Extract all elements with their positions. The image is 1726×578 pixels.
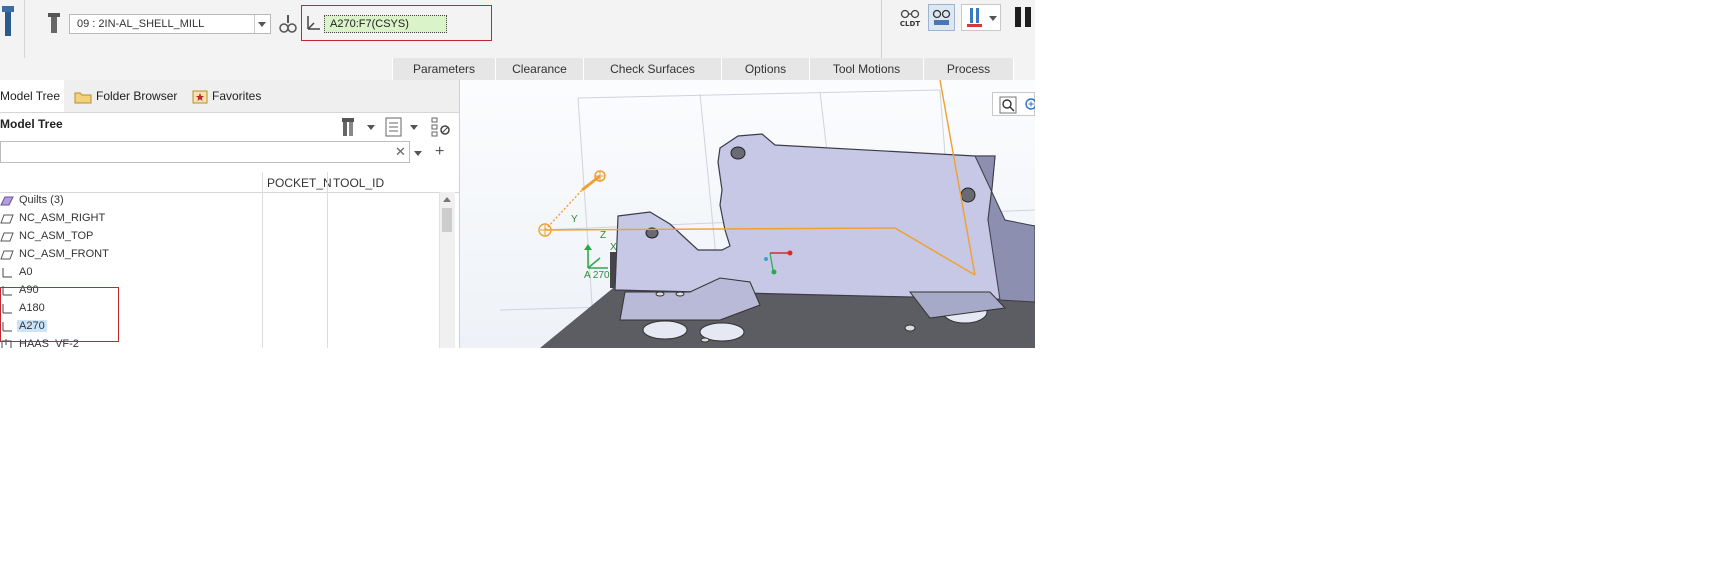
tab-model-tree[interactable]: Model Tree xyxy=(0,80,64,112)
chevron-down-icon xyxy=(367,125,375,130)
pause-icon xyxy=(1015,7,1021,27)
graphics-viewport[interactable]: Y Z X A 270 xyxy=(460,80,1035,348)
list-icon xyxy=(385,117,402,137)
tree-scrollbar[interactable] xyxy=(439,192,455,348)
pause-icon xyxy=(1025,7,1031,27)
tree-item-nc-asm-right[interactable]: NC_ASM_RIGHT xyxy=(0,210,260,228)
scroll-up-icon[interactable] xyxy=(443,197,451,202)
tab-options[interactable]: Options xyxy=(721,58,809,80)
tree-annotation-box xyxy=(0,287,119,342)
column-tool-id[interactable]: TOOL_ID xyxy=(333,176,384,190)
tab-process[interactable]: Process xyxy=(923,58,1014,80)
tree-item-a0[interactable]: A0 xyxy=(0,264,260,282)
show-columns-button[interactable] xyxy=(384,116,420,138)
star-icon xyxy=(192,90,208,104)
tab-favorites-label: Favorites xyxy=(212,89,262,103)
view-toolbar xyxy=(992,92,1035,116)
mill-tool-icon xyxy=(2,6,14,36)
tree-item-label: Quilts (3) xyxy=(19,194,64,206)
panel-title: Model Tree xyxy=(0,117,63,131)
folder-icon xyxy=(74,92,92,104)
datum-plane-icon xyxy=(0,250,14,260)
dashboard-tab-bar: Parameters Clearance Check Surfaces Opti… xyxy=(0,58,1035,80)
tab-model-tree-label: Model Tree xyxy=(0,89,61,103)
tool-preview-icon[interactable] xyxy=(279,14,297,34)
dashboard-left-strip xyxy=(0,0,25,58)
chevron-down-icon[interactable] xyxy=(254,15,270,33)
cutting-tool-icon[interactable] xyxy=(47,12,61,34)
tab-folder-browser[interactable]: Folder Browser xyxy=(72,80,180,112)
settings-tools-icon xyxy=(342,118,354,136)
tool-select[interactable]: 09 : 2IN-AL_SHELL_MILL xyxy=(69,14,271,34)
tree-item-label: NC_ASM_RIGHT xyxy=(19,212,106,224)
simulation-button[interactable] xyxy=(928,4,955,31)
tree-item-quilts[interactable]: Quilts (3) xyxy=(0,192,260,210)
tab-favorites[interactable]: Favorites xyxy=(190,80,270,112)
pause-button[interactable] xyxy=(1015,7,1035,27)
glasses-icon xyxy=(900,9,920,19)
nc-dashboard: 09 : 2IN-AL_SHELL_MILL A270:F7(CSYS) CLD… xyxy=(0,0,1035,58)
tree-item-label: NC_ASM_TOP xyxy=(19,230,94,242)
cldt-label: CLDT xyxy=(899,20,921,28)
part-model-graphic xyxy=(499,80,1035,348)
tab-parameters[interactable]: Parameters xyxy=(392,58,495,80)
cldt-button[interactable]: CLDT xyxy=(899,7,921,31)
csys-axis-z-label: Z xyxy=(600,230,607,241)
tree-column-header: POCKET_N TOOL_ID xyxy=(0,172,459,193)
csys-icon[interactable] xyxy=(305,14,321,32)
csys-icon xyxy=(2,268,12,278)
simulation-icon xyxy=(932,9,951,25)
tree-filter-icon xyxy=(431,117,450,137)
csys-reference-field[interactable]: A270:F7(CSYS) xyxy=(324,15,447,33)
chevron-down-icon xyxy=(989,16,997,21)
tab-folder-browser-label: Folder Browser xyxy=(96,89,178,103)
chevron-down-icon[interactable] xyxy=(414,151,422,156)
tree-item-nc-asm-front[interactable]: NC_ASM_FRONT xyxy=(0,246,260,264)
chevron-down-icon xyxy=(410,125,418,130)
datum-plane-icon xyxy=(0,214,14,224)
add-icon[interactable]: + xyxy=(435,143,444,161)
tree-item-label: NC_ASM_FRONT xyxy=(19,248,109,260)
csys-triad-label: A 270 xyxy=(584,270,610,281)
quilt-icon xyxy=(0,196,14,206)
datum-plane-icon xyxy=(0,232,14,242)
zoom-in-icon[interactable] xyxy=(1023,96,1035,114)
csys-axis-y-label: Y xyxy=(571,214,578,225)
csys-reference-value: A270:F7(CSYS) xyxy=(330,18,409,30)
tree-settings-button[interactable] xyxy=(340,116,376,138)
csys-axis-x-label: X xyxy=(610,242,617,253)
tab-tool-motions[interactable]: Tool Motions xyxy=(809,58,923,80)
tool-display-icon xyxy=(967,8,982,27)
tab-clearance[interactable]: Clearance xyxy=(495,58,583,80)
dashboard-separator xyxy=(881,0,882,58)
tree-item-nc-asm-top[interactable]: NC_ASM_TOP xyxy=(0,228,260,246)
tree-item-label: A0 xyxy=(19,266,33,278)
zoom-icon[interactable] xyxy=(999,96,1017,114)
nc-sequence-workspace: 09 : 2IN-AL_SHELL_MILL A270:F7(CSYS) CLD… xyxy=(0,0,1035,348)
navigator-tabs: Model Tree Folder Browser Favorites xyxy=(0,80,459,113)
tree-search-input[interactable] xyxy=(0,141,410,163)
tool-select-value: 09 : 2IN-AL_SHELL_MILL xyxy=(77,18,205,30)
tab-check-surfaces[interactable]: Check Surfaces xyxy=(583,58,721,80)
tree-filter-button[interactable] xyxy=(430,116,454,138)
column-pocket-n[interactable]: POCKET_N xyxy=(267,176,332,190)
tool-display-dropdown[interactable] xyxy=(961,4,1001,31)
close-icon[interactable]: ✕ xyxy=(395,144,406,160)
scroll-thumb[interactable] xyxy=(442,208,452,232)
